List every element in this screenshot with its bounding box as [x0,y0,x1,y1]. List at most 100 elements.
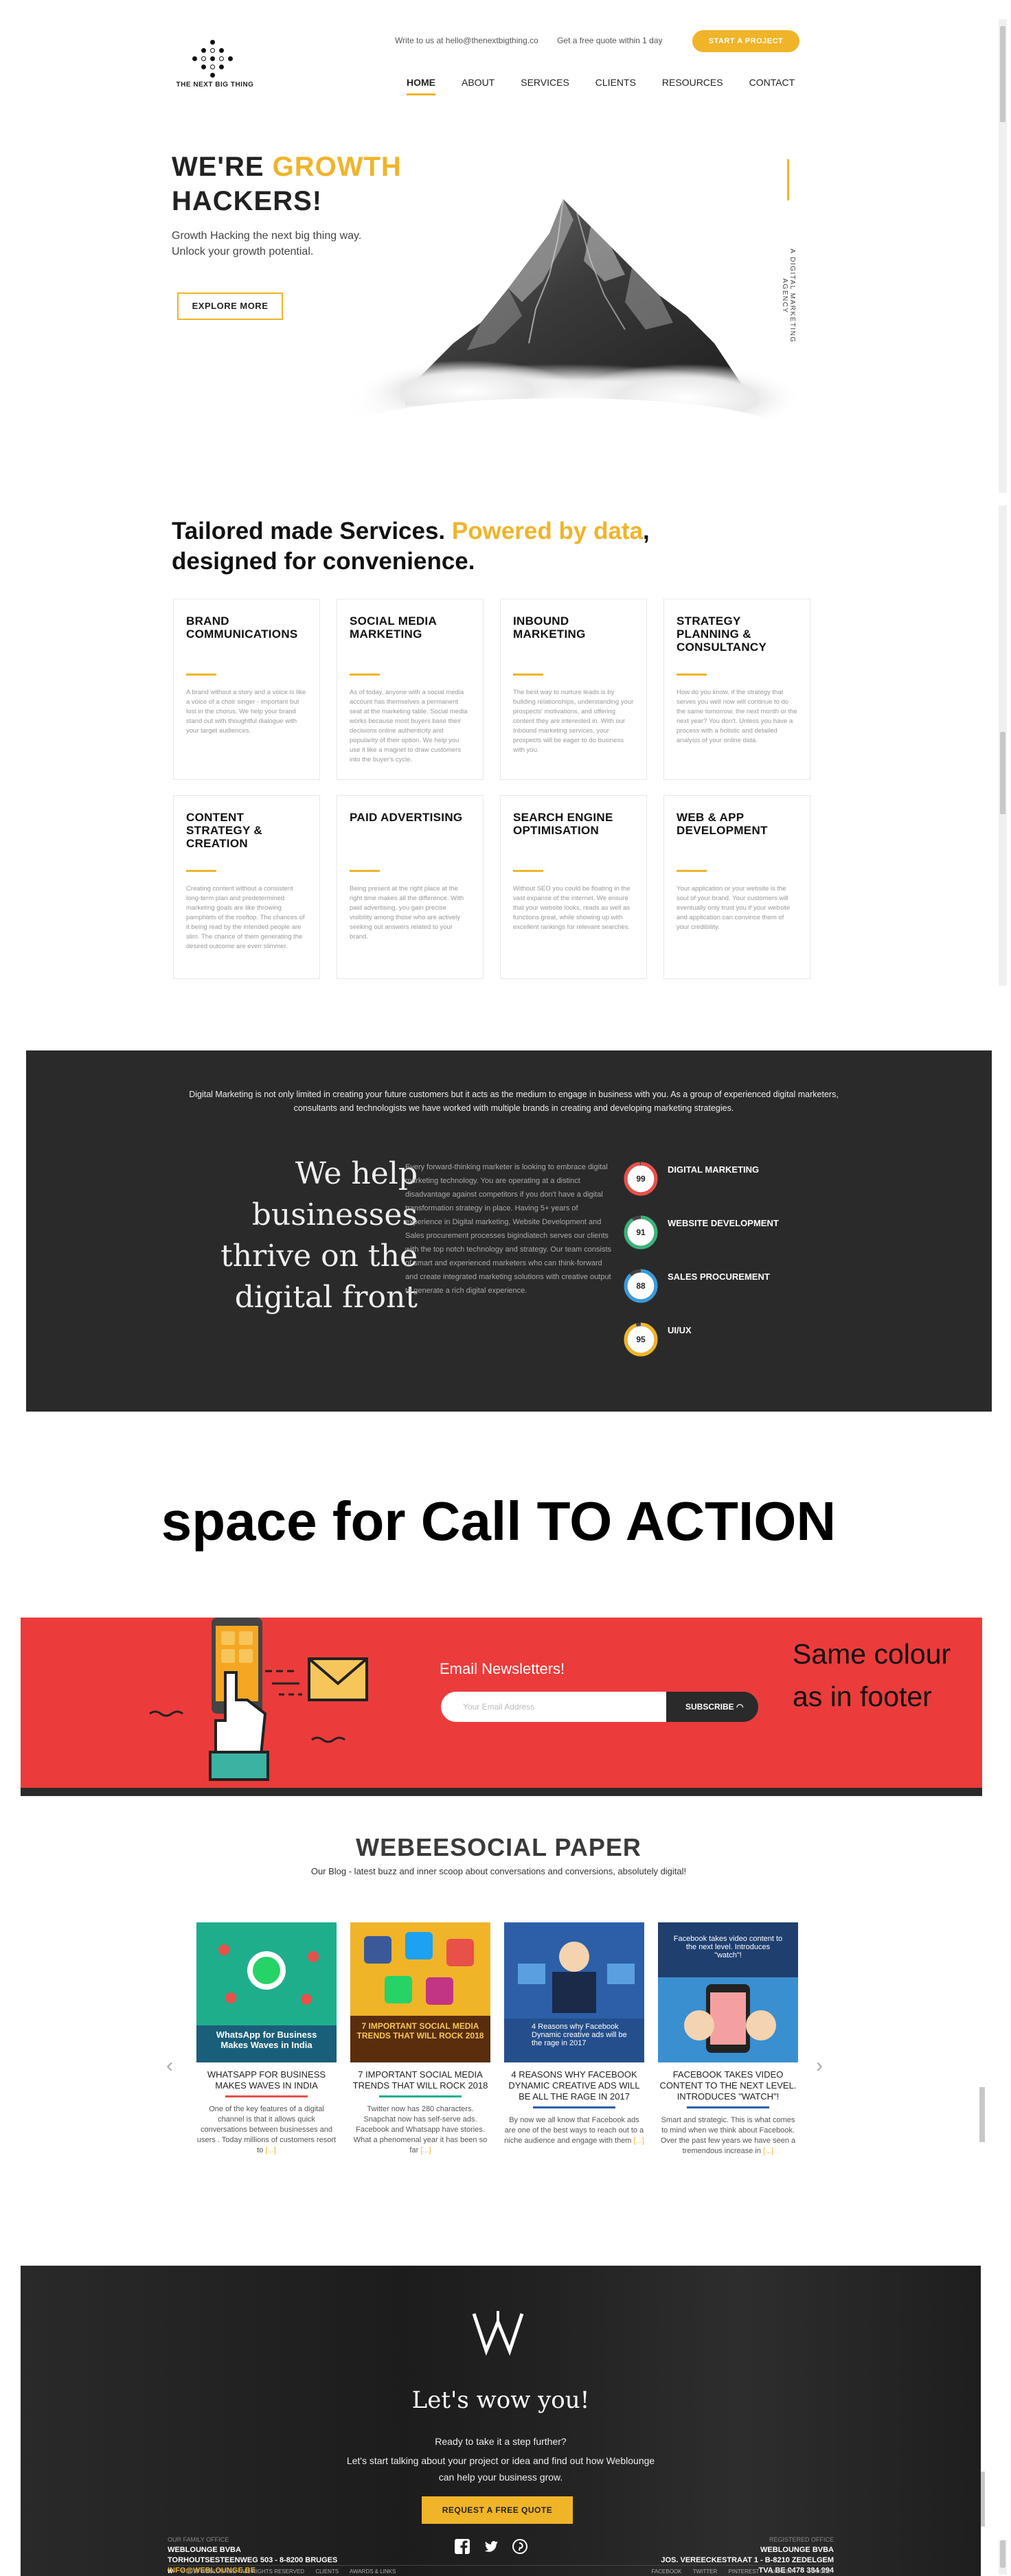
footer-link-google[interactable]: GOOGLE+ [807,2568,834,2575]
facebook-icon[interactable] [455,2539,470,2554]
left-company: WEBLOUNGE BVBA [168,2546,241,2554]
service-card-text: Your application or your website is the … [677,885,791,931]
footer-link-awards[interactable]: AWARDS & LINKS [350,2568,396,2575]
footer-link-clients[interactable]: CLIENTS [315,2568,339,2575]
main-nav: HOME ABOUT SERVICES CLIENTS RESOURCES CO… [407,77,795,95]
carousel-next-icon[interactable]: › [816,2054,823,2078]
service-card-title: PAID ADVERTISING [350,811,463,824]
contact-email-text[interactable]: Write to us at hello@thenextbigthing.co [395,36,538,45]
service-card-title: WEB & APP DEVELOPMENT [677,811,768,837]
copyright-text: © 2018 WEBLOUNGE - ALL RIGHTS RESERVED [181,2568,305,2575]
service-card-brand[interactable]: BRAND COMMUNICATIONS A brand without a s… [173,599,320,780]
read-more-link[interactable]: [...] [420,2146,431,2154]
logo[interactable]: THE NEXT BIG THING [170,40,260,93]
service-card-title: BRAND COMMUNICATIONS [186,614,298,641]
about-headline: We help businesses thrive on the digital… [220,1156,418,1315]
service-card-paid[interactable]: PAID ADVERTISING Being present at the ri… [337,795,484,979]
blog-post-card[interactable]: WhatsApp for Business Makes Waves in Ind… [196,1922,337,2156]
nav-clients[interactable]: CLIENTS [595,77,636,95]
skill-ring-icon: 95 [624,1322,658,1357]
newsletter-illustration [149,1618,368,1781]
blog-post-thumbnail[interactable]: 4 Reasons why Facebook Dynamic creative … [504,1922,644,2062]
read-more-link[interactable]: [...] [763,2147,773,2155]
footer-link-linkedin[interactable]: LINKEDIN [771,2568,796,2575]
services-title: Tailored made Services. Powered by data,… [172,518,650,575]
blog-post-title[interactable]: FACEBOOK TAKES VIDEO CONTENT TO THE NEXT… [658,2069,798,2102]
footer-headline: Let's wow you! [411,2387,590,2414]
footer-w-icon[interactable]: W [168,2568,173,2575]
about-paragraph: Every forward-thinking marketer is looki… [405,1163,612,1295]
blog-post-card[interactable]: Facebook takes video content to the next… [658,1922,798,2157]
service-card-inbound[interactable]: INBOUND MARKETING The best way to nurtur… [500,599,647,780]
blog-title: WEBEESOCIAL PAPER [356,1833,641,1861]
right-company: WEBLOUNGE BVBA [760,2546,834,2554]
explore-more-button[interactable]: EXPLORE MORE [177,292,283,320]
subscribe-button[interactable]: SUBSCRIBE ◠ [666,1692,758,1722]
blog-post-title[interactable]: 7 IMPORTANT SOCIAL MEDIA TRENDS THAT WIL… [350,2069,490,2091]
right-address: JOS. VEREECKESTRAAT 1 - B-8210 ZEDELGEM [661,2556,834,2564]
read-more-link[interactable]: [...] [265,2146,275,2154]
family-office-label: OUR FAMILY OFFICE [168,2536,229,2543]
footer-link-pinterest[interactable]: PINTEREST [729,2568,760,2575]
carousel-prev-icon[interactable]: ‹ [166,2054,173,2078]
blog-thumb-text: WhatsApp for Business Makes Waves in Ind… [216,2029,317,2050]
pinterest-icon[interactable] [512,2539,527,2554]
service-card-title: SEARCH ENGINE OPTIMISATION [513,811,613,837]
service-card-text: A brand without a story and a voice is l… [186,689,306,735]
blog-post-card[interactable]: 7 IMPORTANT SOCIAL MEDIA TRENDS THAT WIL… [350,1922,490,2156]
footer-link-facebook[interactable]: FACEBOOK [651,2568,681,2575]
service-card-title: CONTENT STRATEGY & CREATION [186,811,262,850]
newsletter-email-input[interactable]: Your Email Address [441,1692,668,1722]
skill-label: SALES PROCUREMENT [668,1272,770,1282]
service-card-seo[interactable]: SEARCH ENGINE OPTIMISATION Without SEO y… [500,795,647,979]
skill-value: 99 [636,1174,646,1184]
blog-post-thumbnail[interactable]: WhatsApp for Business Makes Waves in Ind… [196,1922,337,2062]
nav-contact[interactable]: CONTACT [749,77,795,95]
design-note: Same colour as in footer [793,1638,951,1712]
scrollbar-page[interactable] [999,2540,1007,2575]
blog-subtitle: Our Blog - latest buzz and inner scoop a… [310,1866,687,1876]
nav-home[interactable]: HOME [407,77,435,95]
service-card-content[interactable]: CONTENT STRATEGY & CREATION Creating con… [173,795,320,979]
skill-label: DIGITAL MARKETING [668,1164,760,1175]
scrollbar-services[interactable] [999,505,1007,986]
service-card-social[interactable]: SOCIAL MEDIA MARKETING As of today, anyo… [337,599,484,780]
logo-text: THE NEXT BIG THING [176,81,254,89]
blog-post-excerpt: Twitter now has 280 characters. Snapchat… [353,2105,488,2154]
service-card-text: How do you know, if the strategy that se… [677,689,797,744]
request-quote-button[interactable]: REQUEST A FREE QUOTE [422,2496,573,2524]
skill-label: WEBSITE DEVELOPMENT [668,1218,779,1228]
about-intro: Digital Marketing is not only limited in… [189,1090,839,1113]
nav-about[interactable]: ABOUT [462,77,495,95]
blog-post-excerpt: By now we all know that Facebook ads are… [504,2116,644,2145]
blog-post-title[interactable]: 4 REASONS WHY FACEBOOK DYNAMIC CREATIVE … [504,2069,644,2102]
read-more-link[interactable]: [...] [634,2137,644,2145]
service-card-text: As of today, anyone with a social media … [350,689,468,763]
service-card-title: SOCIAL MEDIA MARKETING [350,614,437,641]
skill-ring-icon: 91 [624,1215,658,1250]
start-project-button[interactable]: START A PROJECT [692,30,799,52]
newsletter-section: Email Newsletters! Your Email Address SU… [21,1618,982,1796]
nav-resources[interactable]: RESOURCES [662,77,723,95]
blog-post-thumbnail[interactable]: 7 IMPORTANT SOCIAL MEDIA TRENDS THAT WIL… [350,1922,490,2062]
service-card-strategy[interactable]: STRATEGY PLANNING & CONSULTANCY How do y… [663,599,810,780]
service-card-text: The best way to nurture leads is by buil… [513,689,634,754]
service-card-webapp[interactable]: WEB & APP DEVELOPMENT Your application o… [663,795,810,979]
weblounge-logo-icon[interactable] [467,2308,529,2356]
blog-post-thumbnail[interactable]: Facebook takes video content to the next… [658,1922,798,2062]
blog-post-excerpt: Smart and strategic. This is what comes … [660,2116,796,2155]
footer-bottom-bar: W © 2018 WEBLOUNGE - ALL RIGHTS RESERVED… [168,2565,834,2576]
scroll-thumb-right[interactable] [979,2087,985,2142]
footer-lets-text: Let's start talking about your project o… [346,2455,655,2483]
blog-post-card[interactable]: 4 Reasons why Facebook Dynamic creative … [504,1922,644,2146]
service-card-title: STRATEGY PLANNING & CONSULTANCY [677,614,767,654]
blog-post-title[interactable]: WHATSAPP FOR BUSINESS MAKES WAVES IN IND… [196,2069,337,2091]
free-quote-text: Get a free quote within 1 day [557,36,663,45]
twitter-icon[interactable] [484,2539,499,2554]
blog-post-excerpt: One of the key features of a digital cha… [196,2105,337,2154]
nav-services[interactable]: SERVICES [521,77,569,95]
footer-link-twitter[interactable]: TWITTER [693,2568,718,2575]
scrollbar-hero[interactable] [999,19,1007,493]
skill-ring-icon: 88 [624,1269,658,1303]
social-trends-icon [350,1932,490,2062]
